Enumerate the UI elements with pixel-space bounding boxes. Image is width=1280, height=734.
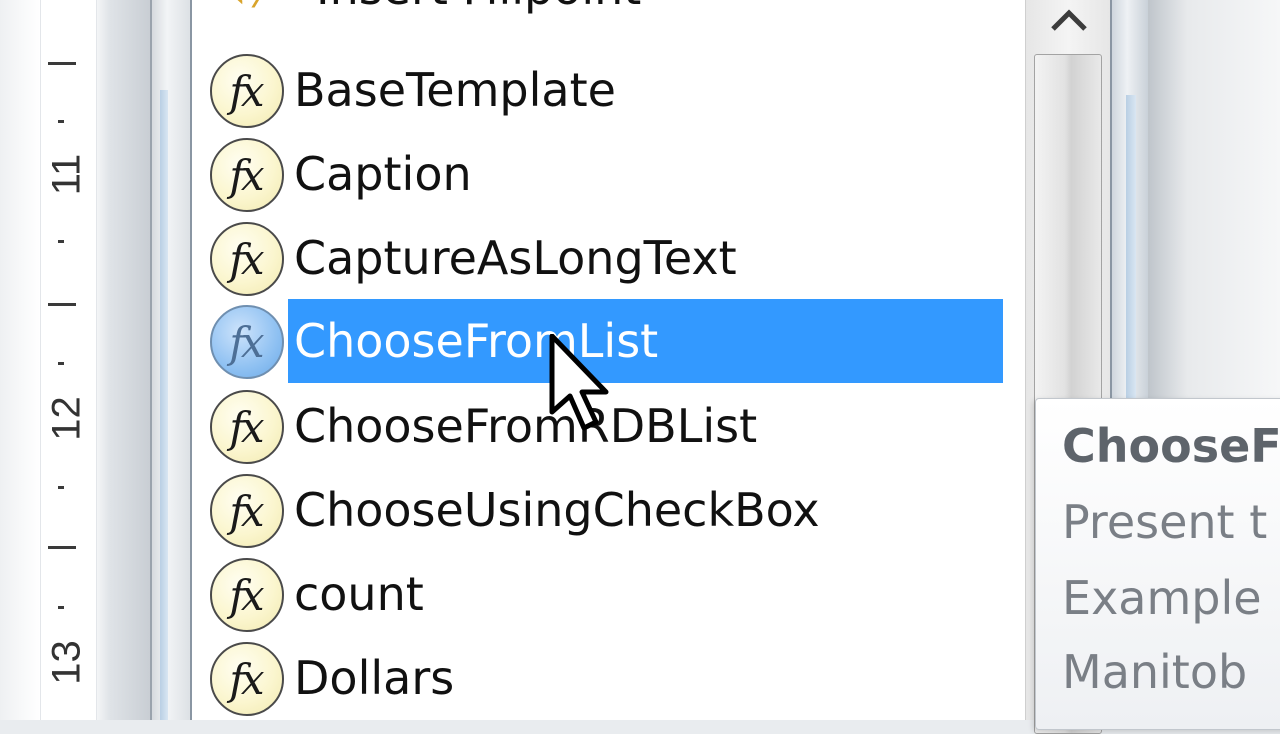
list-item[interactable]: fx Caption [210,132,1025,216]
tooltip-line: Example [1062,571,1262,625]
window-frame-left [150,0,190,720]
list-item-label: ChooseFromRDBList [294,399,758,453]
tooltip-line: Present t [1062,495,1268,549]
fx-function-icon: fx [210,305,284,379]
ruler-number: 12 [44,396,89,441]
ruler-tick [48,303,76,306]
ruler-tick [58,362,64,365]
ruler-tick [48,546,76,549]
fx-function-icon: fx [210,222,284,296]
ruler-number: 13 [44,640,89,685]
list-item[interactable]: fx count [210,552,1025,636]
list-item[interactable]: fx CaptureAsLongText [210,216,1025,300]
ruler-number: 11 [44,153,89,196]
list-item-label: Insert Fillpoint [310,0,651,18]
tooltip-line: Manitob [1062,645,1248,699]
list-item-label: ChooseFromList [288,299,1003,383]
ruler-tick [58,240,64,243]
scroll-up-button[interactable] [1026,0,1111,42]
list-item-label: Dollars [294,651,455,705]
chevron-up-icon [1050,9,1087,31]
list-item-label: Caption [294,147,472,201]
fillpoint-icon: ‹ ⁄ [230,0,292,14]
mouse-pointer-icon [549,334,609,431]
tooltip-title: ChooseF [1062,419,1280,473]
ruler-tick [58,120,64,123]
list-item-label: BaseTemplate [294,63,616,117]
list-item-label: count [294,567,424,621]
vertical-ruler: 11 12 13 [0,0,150,720]
ruler-tick [58,606,64,609]
list-item[interactable]: fx Dollars [210,636,1025,720]
list-item[interactable]: fx ChooseUsingCheckBox [210,468,1025,552]
ruler-tick [58,486,64,489]
fx-function-icon: fx [210,642,284,716]
fx-function-icon: fx [210,54,284,128]
fx-function-icon: fx [210,138,284,212]
list-item-label: ChooseUsingCheckBox [294,483,820,537]
list-item-partial[interactable]: ‹ ⁄ Insert Fillpoint [210,0,1025,30]
fx-function-icon: fx [210,474,284,548]
frame-accent [160,90,168,720]
fx-function-icon: fx [210,558,284,632]
ruler-strip [40,0,97,720]
fx-function-icon: fx [210,390,284,464]
ruler-tick [48,62,76,65]
function-tooltip: ChooseF Present t Example Manitob [1035,398,1280,730]
list-item[interactable]: fx BaseTemplate [210,48,1025,132]
list-item-label: CaptureAsLongText [294,231,737,285]
